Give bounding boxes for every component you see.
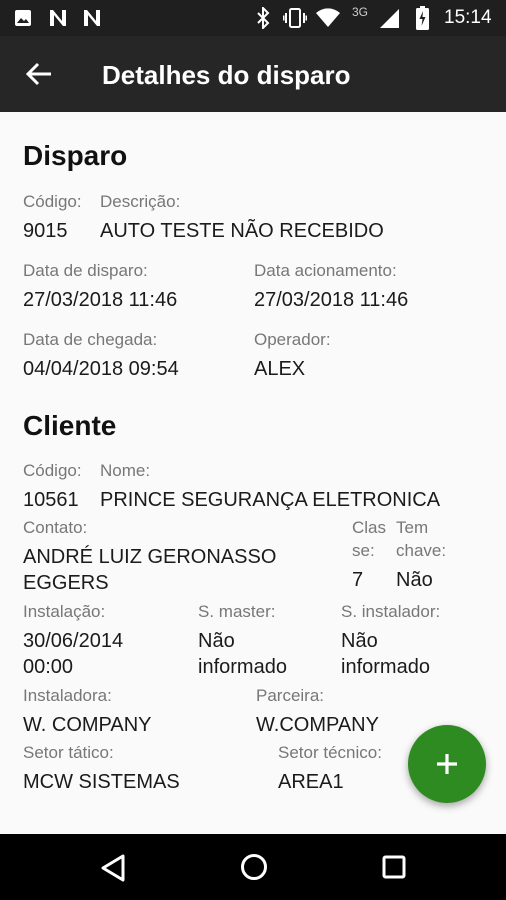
plus-icon xyxy=(437,754,457,774)
classe-label-line2: se: xyxy=(352,541,375,560)
section-title-cliente: Cliente xyxy=(23,410,117,441)
s-instalador-label: S. instalador: xyxy=(341,602,441,621)
n-notification-icon xyxy=(50,10,66,26)
data-chegada-value: 04/04/2018 09:54 xyxy=(23,358,179,380)
section-title-disparo: Disparo xyxy=(23,140,128,171)
image-notification-icon xyxy=(15,10,31,26)
instaladora-value: W. COMPANY xyxy=(23,714,152,736)
s-master-label: S. master: xyxy=(198,602,276,621)
tem-chave-label-line1: Tem xyxy=(396,518,429,537)
s-master-value-line1: Não xyxy=(198,630,235,652)
data-disparo-value: 27/03/2018 11:46 xyxy=(23,289,178,311)
bluetooth-icon xyxy=(257,7,270,29)
contato-label: Contato: xyxy=(23,518,88,537)
nav-back-icon[interactable] xyxy=(100,854,126,882)
details-content: Disparo Código: Descrição: 9015 AUTO TES… xyxy=(0,112,506,834)
operador-label: Operador: xyxy=(254,330,331,349)
cell-signal-icon xyxy=(380,9,399,28)
cliente-codigo-value: 10561 xyxy=(23,489,79,511)
s-instalador-value-line1: Não xyxy=(341,630,378,652)
descricao-value: AUTO TESTE NÃO RECEBIDO xyxy=(100,220,384,242)
cliente-nome-label: Nome: xyxy=(100,461,151,480)
contato-value-line1: ANDRÉ LUIZ GERONASSO xyxy=(23,546,277,568)
classe-value: 7 xyxy=(352,569,364,591)
battery-icon xyxy=(416,6,429,30)
nav-recents-icon[interactable] xyxy=(382,855,406,879)
codigo-value: 9015 xyxy=(23,220,68,242)
back-arrow-icon[interactable] xyxy=(26,62,52,86)
s-instalador-value-line2: informado xyxy=(341,656,430,678)
data-disparo-label: Data de disparo: xyxy=(23,261,148,280)
descricao-label: Descrição: xyxy=(100,192,181,211)
n-notification-icon xyxy=(84,10,100,26)
status-bar: 3G 15:14 xyxy=(0,0,506,36)
parceira-label: Parceira: xyxy=(256,686,325,705)
instalacao-value-line1: 30/06/2014 xyxy=(23,630,124,652)
setor-tatico-label: Setor tático: xyxy=(23,743,114,762)
app-bar: Detalhes do disparo xyxy=(0,36,506,112)
operador-value: ALEX xyxy=(254,358,306,380)
add-fab-button[interactable] xyxy=(408,725,486,803)
instalacao-label: Instalação: xyxy=(23,602,106,621)
cliente-codigo-label: Código: xyxy=(23,461,82,480)
setor-tecnico-label: Setor técnico: xyxy=(278,743,382,762)
tem-chave-label-line2: chave: xyxy=(396,541,447,560)
system-nav-bar xyxy=(0,834,506,900)
data-acionamento-label: Data acionamento: xyxy=(254,261,397,280)
instalacao-value-line2: 00:00 xyxy=(23,656,74,678)
network-type: 3G xyxy=(352,5,369,19)
vibrate-icon xyxy=(283,8,307,28)
parceira-value: W.COMPANY xyxy=(256,714,379,736)
codigo-label: Código: xyxy=(23,192,82,211)
data-chegada-label: Data de chegada: xyxy=(23,330,158,349)
status-time: 15:14 xyxy=(444,7,492,28)
tem-chave-value: Não xyxy=(396,569,433,591)
page-title: Detalhes do disparo xyxy=(102,60,351,90)
classe-label-line1: Clas xyxy=(352,518,387,537)
data-acionamento-value: 27/03/2018 11:46 xyxy=(254,289,409,311)
instaladora-label: Instaladora: xyxy=(23,686,112,705)
nav-home-icon[interactable] xyxy=(240,853,268,881)
setor-tecnico-value: AREA1 xyxy=(278,771,344,793)
wifi-icon xyxy=(316,8,340,27)
contato-value-line2: EGGERS xyxy=(23,572,109,594)
setor-tatico-value: MCW SISTEMAS xyxy=(23,771,180,793)
cliente-nome-value: PRINCE SEGURANÇA ELETRONICA xyxy=(100,489,441,511)
s-master-value-line2: informado xyxy=(198,656,287,678)
